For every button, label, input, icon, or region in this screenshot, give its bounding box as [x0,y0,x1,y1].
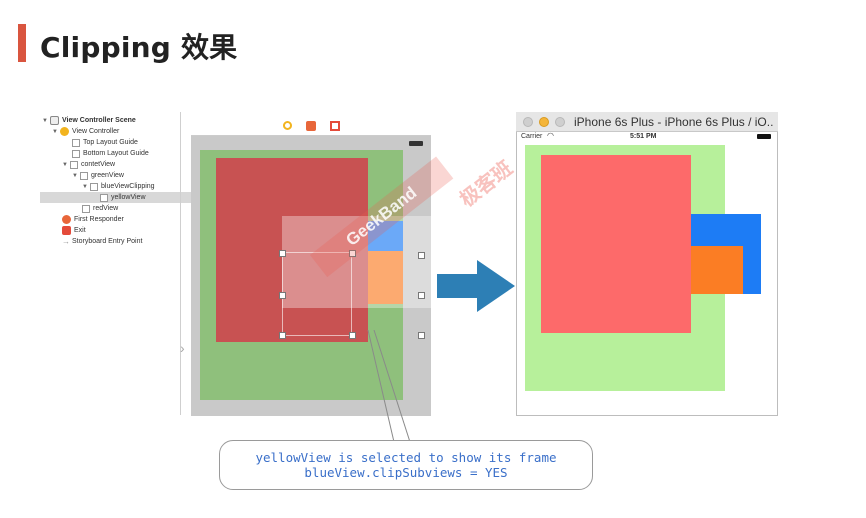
resize-handle[interactable] [349,332,356,339]
disclosure-triangle-icon[interactable]: ▼ [62,162,70,168]
window-zoom-button[interactable] [555,117,565,127]
view-icon [90,182,98,191]
outline-label: greenView [91,172,124,179]
disclosure-triangle-icon[interactable]: ▼ [52,129,60,135]
transition-arrow [437,260,515,312]
outline-label: contetView [81,161,116,168]
first-responder-icon[interactable] [306,121,316,131]
outline-row-bottom-layout-guide[interactable]: Bottom Layout Guide [42,148,182,159]
entry-point-arrow-icon: → [62,237,70,246]
outline-label: Bottom Layout Guide [83,150,149,157]
view-icon [82,204,90,213]
outline-row-red-view[interactable]: redView [42,203,182,214]
outline-row-contet-view[interactable]: ▼ contetView [42,159,182,170]
resize-handle[interactable] [279,250,286,257]
sim-red-view [541,155,691,333]
document-outline: ▼ View Controller Scene ▼ View Controlle… [40,115,240,247]
title-accent-bar [18,24,26,62]
view-icon [70,160,78,169]
simulator-title: iPhone 6s Plus - iPhone 6s Plus / iO... [574,115,774,129]
outline-row-entry-point[interactable]: → Storyboard Entry Point [42,236,182,247]
outline-label: First Responder [74,216,124,223]
outline-label: Storyboard Entry Point [72,238,143,245]
outline-row-exit[interactable]: Exit [42,225,182,236]
outline-label: View Controller [72,128,120,135]
view-controller-icon[interactable] [283,121,292,130]
callout-pointer [367,330,411,442]
first-responder-icon [62,215,71,224]
view-icon [72,138,80,147]
outline-label: redView [93,205,119,212]
callout-box: yellowView is selected to show its frame… [219,440,593,490]
sim-orange-view [691,246,743,294]
editor-divider [180,112,181,415]
outline-label: yellowView [111,194,146,201]
wifi-icon: ◠ [547,131,554,140]
scene-label: View Controller Scene [62,117,136,124]
outline-row-blue-view-clipping[interactable]: ▼ blueViewClipping [42,181,182,192]
exit-icon [62,226,71,235]
outline-row-green-view[interactable]: ▼ greenView [42,170,182,181]
slide-title: Clipping 效果 [40,31,238,64]
disclosure-triangle-icon[interactable]: ▼ [42,118,50,124]
view-icon [72,149,80,158]
window-minimize-button[interactable] [539,117,549,127]
status-time: 5:51 PM [630,133,657,140]
watermark-cn: 极客班 [454,155,517,212]
view-controller-icon [60,127,69,136]
outline-row-view-controller[interactable]: ▼ View Controller [42,126,182,137]
outline-row-top-layout-guide[interactable]: Top Layout Guide [42,137,182,148]
callout-line-2: blueView.clipSubviews = YES [304,465,508,480]
outline-label: blueViewClipping [101,183,155,190]
view-icon [80,171,88,180]
outline-label: Exit [74,227,86,234]
disclosure-triangle-icon[interactable]: ▼ [82,184,90,190]
resize-handle[interactable] [418,252,425,259]
disclosure-triangle-icon[interactable]: ▼ [72,173,80,179]
resize-handle[interactable] [418,292,425,299]
battery-icon [409,141,423,146]
view-icon [100,193,108,202]
exit-icon[interactable] [330,121,340,131]
scene-icon [50,116,59,125]
callout-line-1: yellowView is selected to show its frame [255,450,557,465]
resize-handle[interactable] [279,332,286,339]
entry-point-chevron-icon: › [180,340,185,356]
resize-handle[interactable] [279,292,286,299]
window-close-button[interactable] [523,117,533,127]
outline-label: Top Layout Guide [83,139,138,146]
outline-row-scene[interactable]: ▼ View Controller Scene [42,115,182,126]
outline-row-first-responder[interactable]: First Responder [42,214,182,225]
battery-icon [757,134,771,139]
carrier-label: Carrier [521,133,543,140]
